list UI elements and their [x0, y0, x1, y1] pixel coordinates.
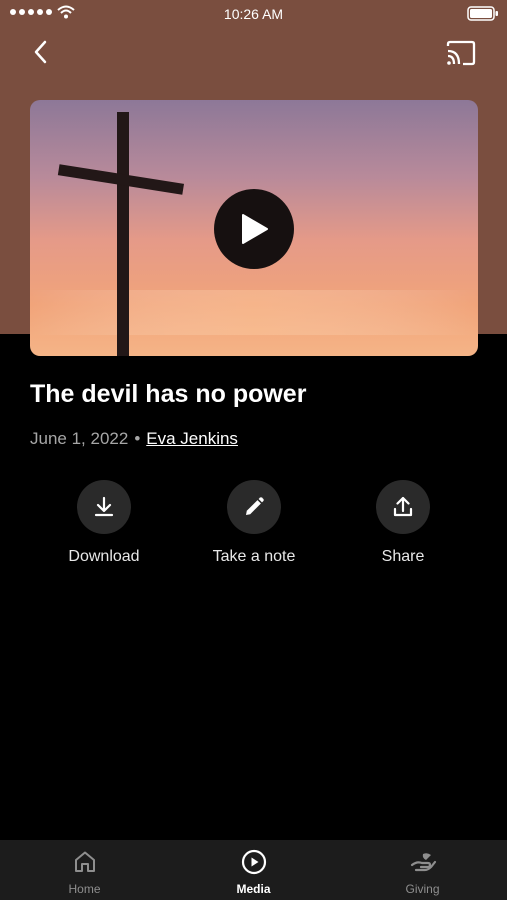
cross-upright — [117, 112, 129, 356]
battery-icon — [467, 6, 498, 21]
media-meta: June 1, 2022 • Eva Jenkins — [30, 429, 238, 449]
status-bar: 10:26 AM — [0, 0, 507, 28]
tab-home-label: Home — [68, 882, 101, 896]
media-title: The devil has no power — [30, 380, 307, 408]
bottom-tab-bar: Home Media Giving — [0, 840, 507, 900]
play-button[interactable] — [214, 189, 294, 269]
author-link[interactable]: Eva Jenkins — [146, 429, 238, 448]
pencil-icon — [246, 497, 264, 515]
take-note-label: Take a note — [212, 548, 296, 565]
download-label: Download — [68, 548, 140, 565]
share-label: Share — [381, 548, 425, 565]
tab-media[interactable]: Media — [169, 840, 338, 900]
media-date: June 1, 2022 — [30, 429, 129, 448]
play-icon — [242, 214, 268, 244]
tab-giving[interactable]: Giving — [338, 840, 507, 900]
download-button[interactable]: Download — [29, 480, 179, 566]
giving-hand-icon — [410, 853, 436, 872]
play-circle-icon — [241, 849, 266, 875]
tab-home[interactable]: Home — [0, 840, 169, 900]
take-note-button[interactable]: Take a note — [179, 480, 329, 566]
tab-giving-label: Giving — [405, 882, 440, 896]
meta-separator: • — [134, 429, 141, 448]
download-icon — [94, 496, 114, 517]
video-thumbnail[interactable] — [30, 100, 478, 356]
home-icon — [74, 851, 95, 872]
share-icon — [393, 496, 413, 517]
status-time: 10:26 AM — [223, 6, 284, 22]
tab-media-label: Media — [236, 882, 271, 896]
share-button[interactable]: Share — [328, 480, 478, 566]
back-button[interactable] — [28, 37, 56, 67]
cast-button[interactable] — [445, 40, 477, 66]
